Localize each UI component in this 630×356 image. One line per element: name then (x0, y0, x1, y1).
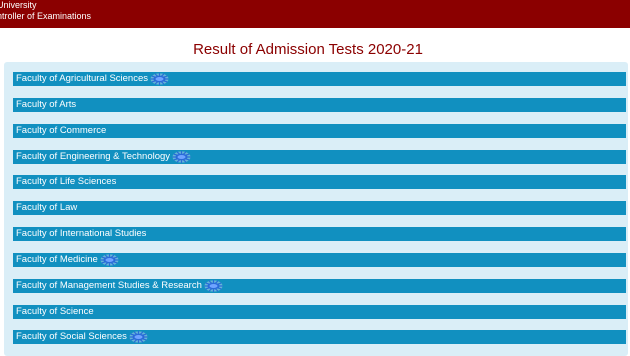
faculty-item[interactable]: Faculty of Agricultural Sciences (13, 72, 626, 86)
department-name: ntroller of Examinations (0, 11, 92, 21)
page-title: Result of Admission Tests 2020-21 (193, 41, 423, 58)
faculty-item[interactable]: Faculty of Arts (13, 97, 626, 112)
faculty-panel: Faculty of Agricultural Sciences Faculty … (4, 62, 628, 356)
faculty-item[interactable]: Faculty of Law (13, 201, 626, 216)
new-badge-icon (129, 331, 148, 344)
faculty-item[interactable]: Faculty of Science (13, 304, 626, 319)
faculty-item[interactable]: Faculty of Engineering & Technology (13, 149, 626, 164)
new-badge-icon (172, 150, 191, 163)
faculty-item-label: Faculty of Management Studies & Research (16, 279, 202, 291)
university-name: University (0, 0, 37, 10)
new-badge-icon (204, 279, 223, 292)
faculty-list: Faculty of Agricultural Sciences Faculty … (13, 72, 626, 356)
faculty-item-label: Faculty of Social Sciences (16, 331, 127, 343)
faculty-item[interactable]: Faculty of Management Studies & Research (13, 278, 626, 293)
new-badge-icon (150, 73, 169, 85)
faculty-item[interactable]: Faculty of Commerce (13, 123, 626, 138)
faculty-item[interactable]: Faculty of Life Sciences (13, 175, 626, 190)
site-header: University ntroller of Examinations (0, 0, 630, 28)
faculty-item-label: Faculty of Science (16, 305, 94, 317)
faculty-item[interactable]: Faculty of International Studies (13, 227, 626, 242)
faculty-item-label: Faculty of Life Sciences (16, 176, 117, 188)
faculty-item-label: Faculty of Arts (16, 98, 77, 110)
faculty-item-label: Faculty of Commerce (16, 124, 107, 136)
faculty-item-label: Faculty of Agricultural Sciences (16, 73, 149, 84)
faculty-item-label: Faculty of Engineering & Technology (16, 150, 171, 162)
faculty-item-label: Faculty of Law (16, 202, 78, 214)
new-badge-icon (100, 253, 119, 266)
faculty-item[interactable]: Faculty of Medicine (13, 252, 626, 267)
faculty-item[interactable]: Faculty of Social Sciences (13, 330, 626, 345)
faculty-item-label: Faculty of International Studies (16, 228, 147, 240)
faculty-item-label: Faculty of Medicine (16, 253, 98, 265)
